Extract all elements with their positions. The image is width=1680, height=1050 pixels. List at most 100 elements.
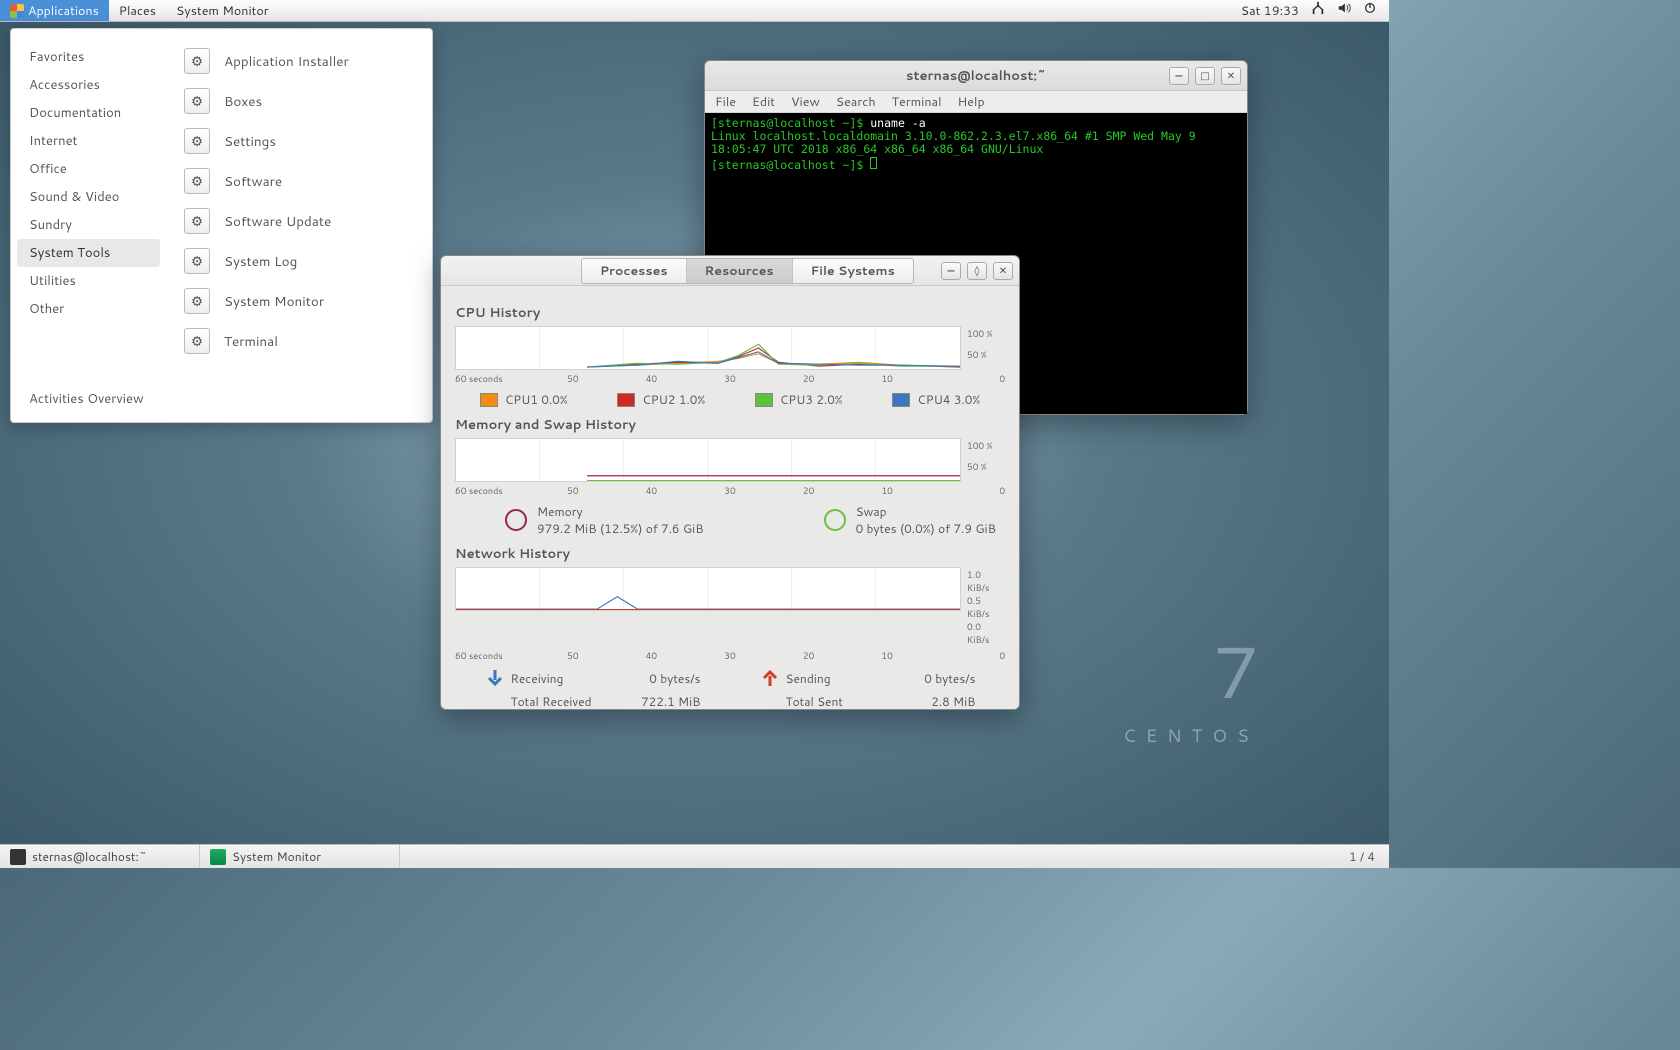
cpu-legend-cpu3: CPU3 2.0% [755,391,843,408]
cpu-x-labels: 60 seconds50403020100 [455,372,1005,385]
cpu-legend-cpu1: CPU1 0.0% [480,391,568,408]
app-icon: ⚙ [184,48,210,74]
system-monitor-icon [210,849,226,865]
arrow-down-icon [485,668,505,688]
terminal-menu-file[interactable]: File [715,93,736,111]
places-menu-button[interactable]: Places [109,0,166,21]
mem-x-labels: 60 seconds50403020100 [455,484,1005,497]
taskbar-item-sysmon[interactable]: System Monitor [200,845,400,868]
applications-menu-button[interactable]: Applications [0,0,109,21]
taskbar-item-terminal[interactable]: sternas@localhost:~ [0,845,200,868]
system-monitor-tabs: ProcessesResourcesFile Systems [581,258,914,284]
current-app-indicator[interactable]: System Monitor [166,0,279,21]
cpu-legend: CPU1 0.0% CPU2 1.0% CPU3 2.0% CPU4 3.0% [455,391,1005,408]
close-button[interactable]: ✕ [993,262,1013,280]
tab-processes[interactable]: Processes [582,259,687,283]
cpu-legend-cpu4: CPU4 3.0% [892,391,980,408]
swatch-icon [617,393,635,407]
applications-items: ⚙Application Installer⚙Boxes⚙Settings⚙So… [166,29,432,422]
category-sundry[interactable]: Sundry [11,211,166,239]
category-documentation[interactable]: Documentation [11,99,166,127]
brand-name: CENTOS [1123,722,1259,748]
minimize-button[interactable]: — [1169,67,1189,85]
category-office[interactable]: Office [11,155,166,183]
cpu-title: CPU History [455,304,1005,322]
desktop-brand: 7 CENTOS [1123,620,1259,748]
net-title: Network History [455,545,1005,563]
applications-label: Applications [28,2,99,20]
system-tray: Sat 19:33 [1241,1,1389,20]
app-icon: ⚙ [184,168,210,194]
workspace-indicator[interactable]: 1 / 4 [1335,848,1389,865]
app-icon: ⚙ [184,288,210,314]
tab-resources[interactable]: Resources [687,259,793,283]
app-system-log[interactable]: ⚙System Log [174,241,424,281]
mem-title: Memory and Swap History [455,416,1005,434]
app-software[interactable]: ⚙Software [174,161,424,201]
net-sending: Sending 0 bytes/s Total Sent 2.8 MiB [760,668,976,710]
cursor-icon [870,157,877,169]
terminal-menu-search[interactable]: Search [836,93,876,111]
mem-y-labels: 100 %50 % [967,438,1005,482]
tab-file-systems[interactable]: File Systems [793,259,913,283]
terminal-menu-edit[interactable]: Edit [752,93,775,111]
swap-gauge-icon [824,509,846,531]
system-monitor-titlebar[interactable]: ProcessesResourcesFile Systems — ◊ ✕ [441,256,1019,286]
category-accessories[interactable]: Accessories [11,71,166,99]
app-icon: ⚙ [184,128,210,154]
terminal-menubar: File Edit View Search Terminal Help [705,91,1247,113]
swatch-icon [892,393,910,407]
app-application-installer[interactable]: ⚙Application Installer [174,41,424,81]
volume-icon[interactable] [1337,1,1351,20]
app-terminal[interactable]: ⚙Terminal [174,321,424,361]
applications-menu: FavoritesAccessoriesDocumentationInterne… [10,28,433,423]
close-button[interactable]: ✕ [1221,67,1241,85]
memory-gauge-icon [505,509,527,531]
swatch-icon [755,393,773,407]
category-internet[interactable]: Internet [11,127,166,155]
maximize-button[interactable]: □ [1195,67,1215,85]
top-panel: Applications Places System Monitor Sat 1… [0,0,1389,22]
minimize-button[interactable]: — [941,262,961,280]
net-chart [455,567,961,611]
system-monitor-window: ProcessesResourcesFile Systems — ◊ ✕ CPU… [440,255,1020,710]
swap-label: Swap [856,503,996,520]
net-x-labels: 60 seconds50403020100 [455,649,1005,662]
network-icon[interactable] [1311,1,1325,20]
bottom-taskbar: sternas@localhost:~ System Monitor 1 / 4 [0,844,1389,868]
memory-gauge: Memory 979.2 MiB (12.5%) of 7.6 GiB [505,503,704,537]
cpu-y-labels: 100 %50 % [967,326,1005,370]
app-icon: ⚙ [184,208,210,234]
category-sound-video[interactable]: Sound & Video [11,183,166,211]
cpu-chart [455,326,961,370]
memory-detail: 979.2 MiB (12.5%) of 7.6 GiB [537,520,704,537]
terminal-icon [10,849,26,865]
app-icon: ⚙ [184,88,210,114]
terminal-menu-help[interactable]: Help [958,93,985,111]
distro-icon [10,4,24,18]
swatch-icon [480,393,498,407]
arrow-up-icon [760,668,780,688]
app-icon: ⚙ [184,248,210,274]
app-system-monitor[interactable]: ⚙System Monitor [174,281,424,321]
activities-overview[interactable]: Activities Overview [11,376,166,422]
terminal-titlebar[interactable]: sternas@localhost:~ — □ ✕ [705,61,1247,91]
net-receiving: Receiving 0 bytes/s Total Received 722.1… [485,668,701,710]
brand-version: 7 [1123,620,1259,722]
maximize-button[interactable]: ◊ [967,262,987,280]
terminal-menu-view[interactable]: View [791,93,820,111]
cpu-legend-cpu2: CPU2 1.0% [617,391,705,408]
category-favorites[interactable]: Favorites [11,43,166,71]
app-software-update[interactable]: ⚙Software Update [174,201,424,241]
terminal-menu-terminal[interactable]: Terminal [892,93,942,111]
memory-label: Memory [537,503,704,520]
category-other[interactable]: Other [11,295,166,323]
swap-detail: 0 bytes (0.0%) of 7.9 GiB [856,520,996,537]
power-icon[interactable] [1363,1,1377,20]
clock-label[interactable]: Sat 19:33 [1241,2,1299,20]
swap-gauge: Swap 0 bytes (0.0%) of 7.9 GiB [824,503,996,537]
category-utilities[interactable]: Utilities [11,267,166,295]
app-boxes[interactable]: ⚙Boxes [174,81,424,121]
app-settings[interactable]: ⚙Settings [174,121,424,161]
category-system-tools[interactable]: System Tools [17,239,160,267]
